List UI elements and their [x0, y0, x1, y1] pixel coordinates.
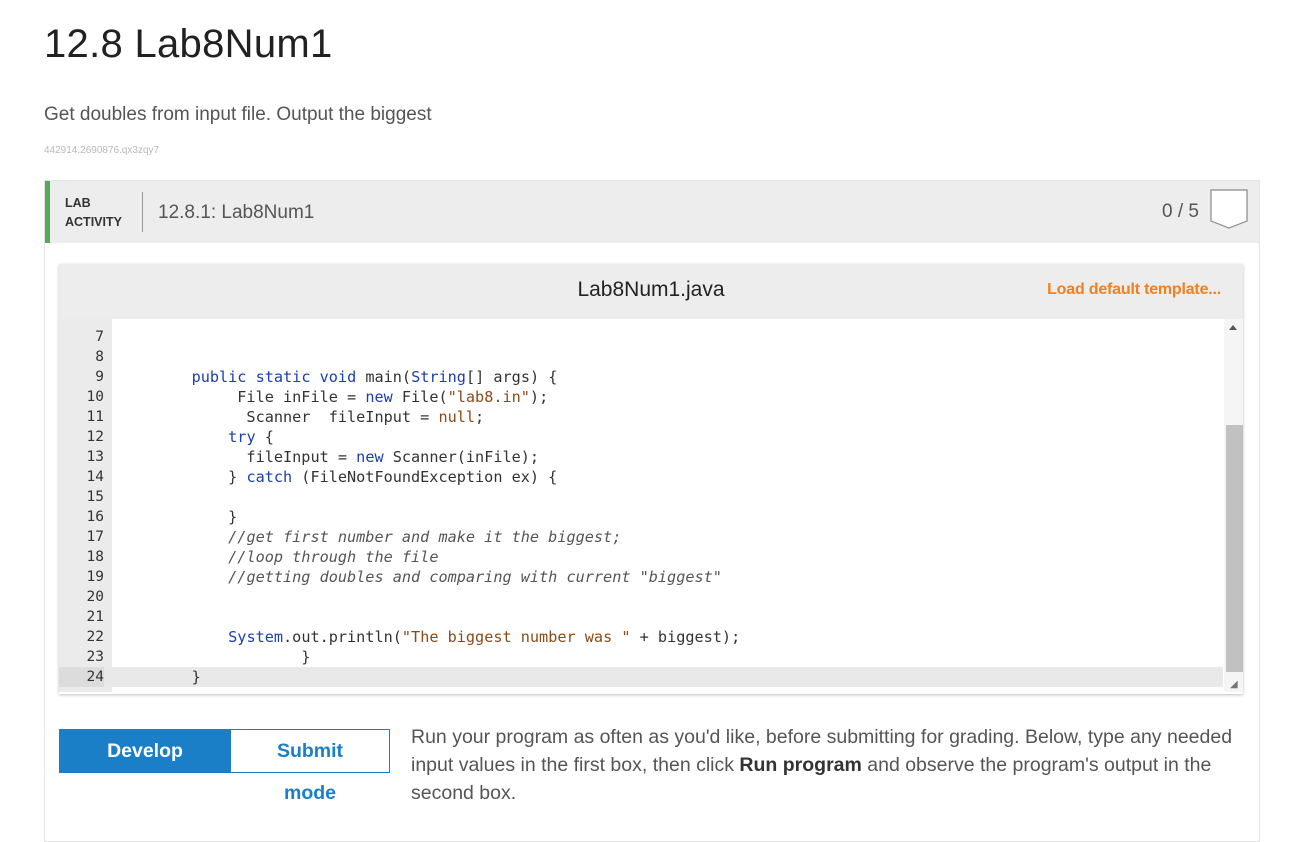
- lab-header: LAB ACTIVITY 12.8.1: Lab8Num1 0 / 5: [45, 181, 1259, 243]
- code-line[interactable]: 21: [59, 607, 1223, 627]
- line-number: 21: [86, 609, 104, 625]
- line-number: 24: [59, 667, 104, 687]
- editor-file-header: Lab8Num1.java Load default template...: [59, 264, 1243, 319]
- code-text[interactable]: }: [155, 507, 237, 527]
- mode-toggle: Develop mode Submit mode: [59, 729, 390, 804]
- line-number: 10: [86, 389, 104, 405]
- section-id: 442914.2690876.qx3zqy7: [44, 145, 160, 156]
- code-line[interactable]: 20: [59, 587, 1223, 607]
- line-number: 8: [95, 349, 104, 365]
- code-line[interactable]: 16 }: [59, 507, 1223, 527]
- develop-mode-button[interactable]: Develop mode: [59, 729, 231, 804]
- code-text[interactable]: try {: [155, 427, 274, 447]
- code-line[interactable]: 9 public static void main(String[] args)…: [59, 367, 1223, 387]
- code-line[interactable]: 7: [59, 327, 1223, 347]
- code-text[interactable]: }: [155, 647, 310, 667]
- lab-activity-card: LAB ACTIVITY 12.8.1: Lab8Num1 0 / 5 Lab8…: [44, 180, 1260, 842]
- resize-grip-icon[interactable]: ◢: [1230, 679, 1240, 690]
- line-number: 19: [86, 569, 104, 585]
- code-editor-panel: Lab8Num1.java Load default template... 7…: [59, 264, 1243, 694]
- line-number: 17: [86, 529, 104, 545]
- line-number: 11: [86, 409, 104, 425]
- code-line[interactable]: 19 //getting doubles and comparing with …: [59, 567, 1223, 587]
- lab-activity-label: LAB ACTIVITY: [65, 194, 122, 232]
- page-subtitle: Get doubles from input file. Output the …: [44, 104, 432, 125]
- load-default-template-link[interactable]: Load default template...: [1047, 281, 1221, 299]
- code-text[interactable]: public static void main(String[] args) {: [155, 367, 558, 387]
- line-number: 12: [86, 429, 104, 445]
- lab-name: 12.8.1: Lab8Num1: [158, 202, 315, 223]
- submit-mode-button[interactable]: Submit mode: [231, 729, 390, 804]
- lab-header-divider: [142, 192, 143, 232]
- code-line[interactable]: 18 //loop through the file: [59, 547, 1223, 567]
- code-text[interactable]: File inFile = new File("lab8.in");: [155, 387, 548, 407]
- code-text[interactable]: //loop through the file: [155, 547, 438, 567]
- line-number: 13: [86, 449, 104, 465]
- line-number: 15: [86, 489, 104, 505]
- code-line[interactable]: 12 try {: [59, 427, 1223, 447]
- page-title: 12.8 Lab8Num1: [44, 22, 333, 66]
- line-number: 16: [86, 509, 104, 525]
- line-number: 20: [86, 589, 104, 605]
- code-line[interactable]: 22 System.out.println("The biggest numbe…: [59, 627, 1223, 647]
- code-line[interactable]: 8: [59, 347, 1223, 367]
- line-number: 23: [86, 649, 104, 665]
- code-line[interactable]: 13 fileInput = new Scanner(inFile);: [59, 447, 1223, 467]
- scrollbar-thumb[interactable]: [1226, 425, 1243, 672]
- run-program-emphasis: Run program: [739, 754, 862, 776]
- run-instructions: Run your program as often as you'd like,…: [411, 723, 1241, 807]
- code-text[interactable]: fileInput = new Scanner(inFile);: [155, 447, 539, 467]
- code-text[interactable]: System.out.println("The biggest number w…: [155, 627, 740, 647]
- line-number: 22: [86, 629, 104, 645]
- code-line-active[interactable]: 24 }: [59, 667, 1223, 687]
- code-line[interactable]: 11 Scanner fileInput = null;: [59, 407, 1223, 427]
- score-chevron-icon[interactable]: [1210, 189, 1248, 229]
- line-number: 14: [86, 469, 104, 485]
- code-line[interactable]: 15: [59, 487, 1223, 507]
- lab-label-line2: ACTIVITY: [65, 215, 122, 229]
- editor-scrollbar[interactable]: [1224, 319, 1243, 692]
- scroll-up-arrow-icon[interactable]: [1229, 325, 1237, 330]
- code-line[interactable]: 10 File inFile = new File("lab8.in");: [59, 387, 1223, 407]
- code-text[interactable]: //get first number and make it the bigge…: [155, 527, 621, 547]
- lab-label-line1: LAB: [65, 196, 91, 210]
- code-line[interactable]: 14 } catch (FileNotFoundException ex) {: [59, 467, 1223, 487]
- code-line[interactable]: 17 //get first number and make it the bi…: [59, 527, 1223, 547]
- line-number: 18: [86, 549, 104, 565]
- line-number: 9: [95, 369, 104, 385]
- code-text[interactable]: //getting doubles and comparing with cur…: [155, 567, 722, 587]
- code-text[interactable]: } catch (FileNotFoundException ex) {: [155, 467, 557, 487]
- code-editor[interactable]: 7 8 9 public static void main(String[] a…: [59, 319, 1243, 692]
- line-number: 7: [95, 329, 104, 345]
- code-line[interactable]: 23 }: [59, 647, 1223, 667]
- code-text[interactable]: Scanner fileInput = null;: [155, 407, 484, 427]
- code-lines[interactable]: 7 8 9 public static void main(String[] a…: [59, 327, 1223, 687]
- lab-score: 0 / 5: [1162, 201, 1199, 222]
- code-text[interactable]: }: [155, 667, 201, 687]
